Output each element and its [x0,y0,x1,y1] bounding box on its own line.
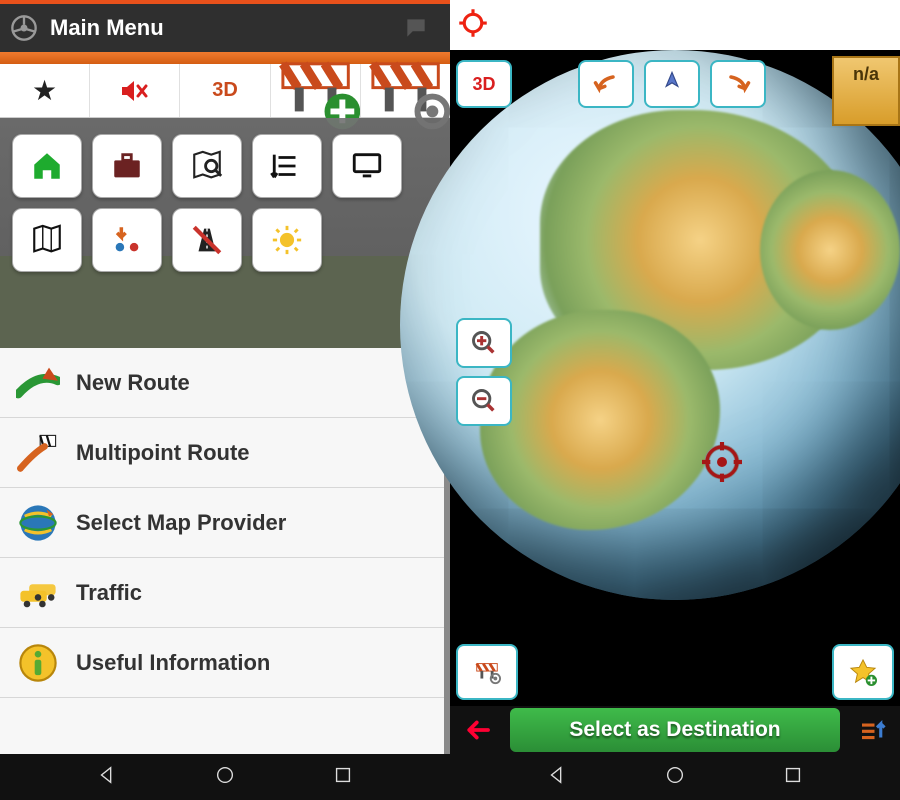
back-button[interactable] [450,715,506,745]
zoom-out-button[interactable] [456,376,512,426]
view-mode-button[interactable]: 3D [456,60,512,108]
download-shortcut[interactable] [92,208,162,272]
shortcut-area [0,118,450,348]
search-map-shortcut[interactable] [172,134,242,198]
favorites-button[interactable]: ★ [0,64,90,117]
nav-home[interactable] [214,764,236,791]
mute-icon [120,79,150,103]
sun-icon [270,223,304,257]
highway-avoid-shortcut[interactable] [172,208,242,272]
nav-recent[interactable] [332,764,354,791]
no-highway-icon [190,223,224,257]
globe-icon [16,501,60,545]
nav-home[interactable] [664,764,686,791]
chat-icon[interactable] [400,12,432,44]
star-add-icon [849,658,877,686]
map-icon [30,223,64,257]
star-icon: ★ [32,74,57,107]
mute-button[interactable] [90,64,180,117]
search-map-icon [190,149,224,183]
menu-useful-info[interactable]: Useful Information [0,628,444,698]
work-shortcut[interactable] [92,134,162,198]
target-icon [702,442,742,482]
home-shortcut[interactable] [12,134,82,198]
compass-icon [658,70,686,98]
menu-label: Select Map Provider [76,510,286,536]
traffic-add-button[interactable] [271,64,361,117]
view-mode-button[interactable]: 3D [180,64,270,117]
traffic-settings-button[interactable] [456,644,518,700]
traffic-settings-button[interactable] [361,64,450,117]
rotate-left-button[interactable] [578,60,634,108]
traffic-icon [16,571,60,615]
header: Main Menu [0,0,450,52]
nav-recent[interactable] [782,764,804,791]
map-shortcut[interactable] [12,208,82,272]
home-icon [30,149,64,183]
compass-button[interactable] [644,60,700,108]
menu-map-provider[interactable]: Select Map Provider [0,488,444,558]
3d-icon: 3D [212,79,238,102]
briefcase-icon [110,149,144,183]
list-shortcut[interactable] [252,134,322,198]
status-label: n/a [853,64,879,85]
page-title: Main Menu [50,15,400,41]
android-navbar [450,754,900,800]
top-toolbar: ★ 3D [0,64,450,118]
map-screen: 3D n/a [450,0,900,800]
main-menu-screen: Main Menu ★ 3D [0,0,450,800]
roadwork-gear-icon [473,658,501,686]
add-favorite-button[interactable] [832,644,894,700]
select-destination-button[interactable]: Select as Destination [510,708,840,752]
weather-shortcut[interactable] [252,208,322,272]
android-navbar [0,754,450,800]
shortcut-grid [12,134,438,272]
map-top-bar [450,0,900,50]
crosshair-icon[interactable] [458,8,488,43]
target-marker [702,442,742,482]
zoom-in-icon [470,329,498,357]
menu-label: Multipoint Route [76,440,250,466]
download-pins-icon [110,223,144,257]
3d-icon: 3D [472,74,495,95]
zoom-in-button[interactable] [456,318,512,368]
map-bottom-bar: Select as Destination [450,706,900,754]
list-icon [270,149,304,183]
nav-back[interactable] [96,764,118,791]
menu-label: Traffic [76,580,142,606]
destination-options-button[interactable] [844,715,900,745]
steering-wheel-icon[interactable] [8,12,40,44]
menu-new-route[interactable]: New Route [0,348,444,418]
rotate-right-button[interactable] [710,60,766,108]
menu-multipoint-route[interactable]: Multipoint Route [0,418,444,488]
monitor-icon [350,149,384,183]
zoom-out-icon [470,387,498,415]
destination-label: Select as Destination [569,718,780,742]
multipoint-icon [16,431,60,475]
nav-back[interactable] [546,764,568,791]
menu-label: New Route [76,370,190,396]
menu-label: Useful Information [76,650,270,676]
rotate-right-icon [724,70,752,98]
map-view[interactable]: 3D n/a [450,50,900,754]
rotate-left-icon [592,70,620,98]
screen-shortcut[interactable] [332,134,402,198]
list-up-icon [857,715,887,745]
menu-list: New Route Multipoint Route Select Map Pr… [0,348,450,754]
new-route-icon [16,361,60,405]
status-box[interactable]: n/a [832,56,900,126]
menu-traffic[interactable]: Traffic [0,558,444,628]
info-icon [16,641,60,685]
back-arrow-icon [463,715,493,745]
